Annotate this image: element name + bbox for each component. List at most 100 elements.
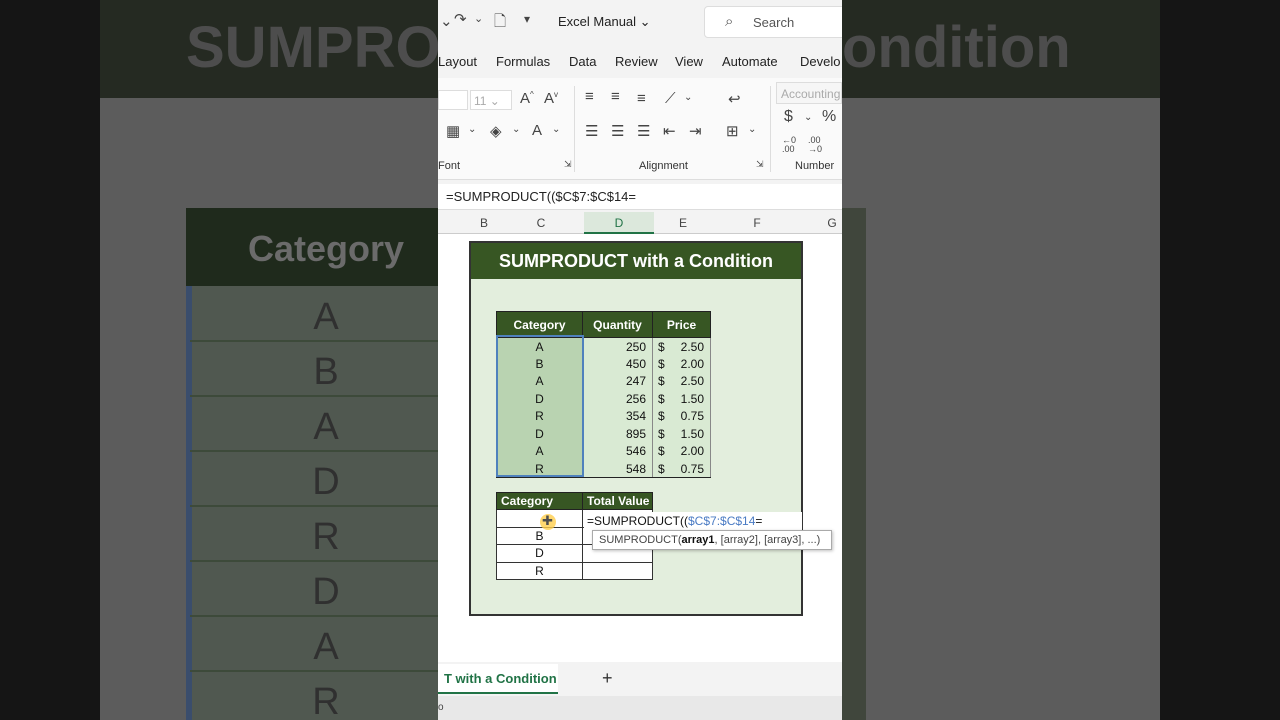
category-cell[interactable]: A — [496, 337, 583, 355]
borders-dropdown-icon[interactable]: ⌄ — [468, 124, 476, 135]
table-row: D 895 $1.50 — [496, 425, 711, 443]
formula-bar[interactable]: =SUMPRODUCT(($C$7:$C$14= — [438, 184, 842, 210]
table-header[interactable]: Price — [652, 311, 711, 338]
category-cell[interactable]: A — [496, 372, 583, 390]
decrease-decimal-icon[interactable]: .00 →0 — [808, 136, 822, 154]
price-cell[interactable]: $2.00 — [652, 442, 711, 460]
font-color-dropdown-icon[interactable]: ⌄ — [552, 124, 560, 135]
category-cell[interactable]: B — [496, 355, 583, 373]
tab-automate[interactable]: Automate — [722, 54, 778, 69]
font-size-box[interactable]: 11 ⌄ — [470, 90, 512, 110]
price-cell[interactable]: $2.00 — [652, 355, 711, 373]
bg-row-line — [190, 450, 438, 452]
formula-text[interactable]: =SUMPRODUCT(($C$7:$C$14= — [446, 189, 636, 204]
category-cell[interactable]: R — [496, 407, 583, 425]
tab-data[interactable]: Data — [569, 54, 596, 69]
bg-row-line — [190, 340, 438, 342]
redo-dropdown-icon[interactable]: ⌄ — [474, 12, 483, 25]
fill-dropdown-icon[interactable]: ⌄ — [512, 124, 520, 135]
quantity-cell[interactable]: 450 — [582, 355, 653, 373]
table-header[interactable]: Category — [496, 311, 583, 338]
currency-icon[interactable]: $ — [784, 108, 793, 126]
column-header-e[interactable]: E — [654, 216, 712, 230]
percent-icon[interactable]: % — [822, 108, 836, 126]
price-cell[interactable]: $0.75 — [652, 460, 711, 478]
price-value: 1.50 — [680, 391, 704, 406]
table-header[interactable]: Total Value — [582, 492, 653, 510]
column-header-d[interactable]: D — [584, 212, 654, 234]
quantity-cell[interactable]: 247 — [582, 372, 653, 390]
bg-row-line — [190, 395, 438, 397]
table-header[interactable]: Category — [496, 492, 583, 510]
orientation-dropdown-icon[interactable]: ⌄ — [684, 92, 692, 103]
price-cell[interactable]: $0.75 — [652, 407, 711, 425]
wrap-text-icon[interactable]: ↩ — [728, 90, 741, 108]
quantity-cell[interactable]: 895 — [582, 425, 653, 443]
undo-dropdown-icon[interactable]: ⌄ — [440, 12, 453, 30]
align-right-icon[interactable]: ☰ — [637, 122, 650, 140]
font-dialog-launcher-icon[interactable]: ⇲ — [564, 159, 572, 170]
currency-symbol: $ — [658, 356, 665, 371]
align-middle-icon[interactable]: ≡ — [611, 88, 620, 105]
tab-formulas[interactable]: Formulas — [496, 54, 550, 69]
tab-developer[interactable]: Develo — [800, 54, 840, 69]
align-center-icon[interactable]: ☰ — [611, 122, 624, 140]
quantity-cell[interactable]: 546 — [582, 442, 653, 460]
tab-review[interactable]: Review — [615, 54, 658, 69]
table-header[interactable]: Quantity — [582, 311, 653, 338]
tab-view[interactable]: View — [675, 54, 703, 69]
price-cell[interactable]: $2.50 — [652, 337, 711, 355]
new-file-icon[interactable]: 🗋 — [494, 11, 506, 36]
align-bottom-icon[interactable]: ≡ — [637, 90, 646, 107]
function-tooltip[interactable]: SUMPRODUCT(array1, [array2], [array3], .… — [592, 530, 832, 550]
worksheet-grid[interactable]: SUMPRODUCT with a Condition Category Qua… — [438, 234, 842, 662]
column-header-f[interactable]: F — [712, 216, 802, 230]
orientation-icon[interactable]: ⟋ — [665, 90, 676, 107]
category-cell[interactable]: D — [496, 425, 583, 443]
search-box[interactable]: ⌕ Search — [704, 6, 842, 38]
quantity-cell[interactable]: 256 — [582, 390, 653, 408]
quantity-cell[interactable]: 250 — [582, 337, 653, 355]
font-name-box[interactable] — [438, 90, 468, 110]
number-format-box[interactable]: Accounting — [776, 82, 842, 104]
total-value-cell[interactable] — [582, 561, 653, 580]
tab-page-layout[interactable]: Layout — [438, 54, 477, 69]
customize-qat-icon[interactable]: ▾ — [524, 12, 530, 26]
increase-decimal-icon[interactable]: ←0.00 — [782, 136, 796, 154]
quantity-cell[interactable]: 354 — [582, 407, 653, 425]
redo-icon[interactable]: ↷ — [454, 10, 467, 28]
category-cell[interactable]: D — [496, 544, 583, 563]
category-cell[interactable]: B — [496, 526, 583, 545]
increase-font-icon[interactable]: A^ — [520, 90, 534, 107]
file-title[interactable]: Excel Manual ⌄ — [558, 14, 651, 30]
font-color-icon[interactable]: A — [532, 122, 542, 139]
category-cell[interactable]: R — [496, 561, 583, 580]
category-cell[interactable]: D — [496, 390, 583, 408]
decrease-indent-icon[interactable]: ⇤ — [663, 122, 676, 140]
bg-cell: A — [313, 626, 339, 668]
column-header-c[interactable]: C — [500, 216, 582, 230]
quantity-cell[interactable]: 548 — [582, 460, 653, 478]
price-value: 2.00 — [680, 356, 704, 371]
category-cell[interactable]: A — [496, 442, 583, 460]
borders-icon[interactable]: ▦ — [446, 122, 460, 140]
price-cell[interactable]: $1.50 — [652, 425, 711, 443]
active-cell-editor[interactable]: =SUMPRODUCT(($C$7:$C$14= — [584, 512, 802, 530]
merge-dropdown-icon[interactable]: ⌄ — [748, 124, 756, 135]
merge-center-icon[interactable]: ⊞ — [726, 122, 739, 140]
alignment-dialog-launcher-icon[interactable]: ⇲ — [756, 159, 764, 170]
currency-dropdown-icon[interactable]: ⌄ — [804, 112, 812, 123]
bg-row-line — [190, 670, 438, 672]
column-header-g[interactable]: G — [822, 216, 842, 230]
align-top-icon[interactable]: ≡ — [585, 88, 594, 105]
fill-color-icon[interactable]: ◈ — [490, 122, 502, 140]
price-cell[interactable]: $1.50 — [652, 390, 711, 408]
column-header-b[interactable]: B — [468, 216, 500, 230]
category-cell[interactable]: R — [496, 460, 583, 478]
increase-indent-icon[interactable]: ⇥ — [689, 122, 702, 140]
add-sheet-button[interactable]: + — [602, 668, 613, 689]
align-left-icon[interactable]: ☰ — [585, 122, 598, 140]
price-cell[interactable]: $2.50 — [652, 372, 711, 390]
sheet-tab-active[interactable]: T with a Condition — [438, 664, 558, 694]
decrease-font-icon[interactable]: Av — [544, 90, 558, 107]
